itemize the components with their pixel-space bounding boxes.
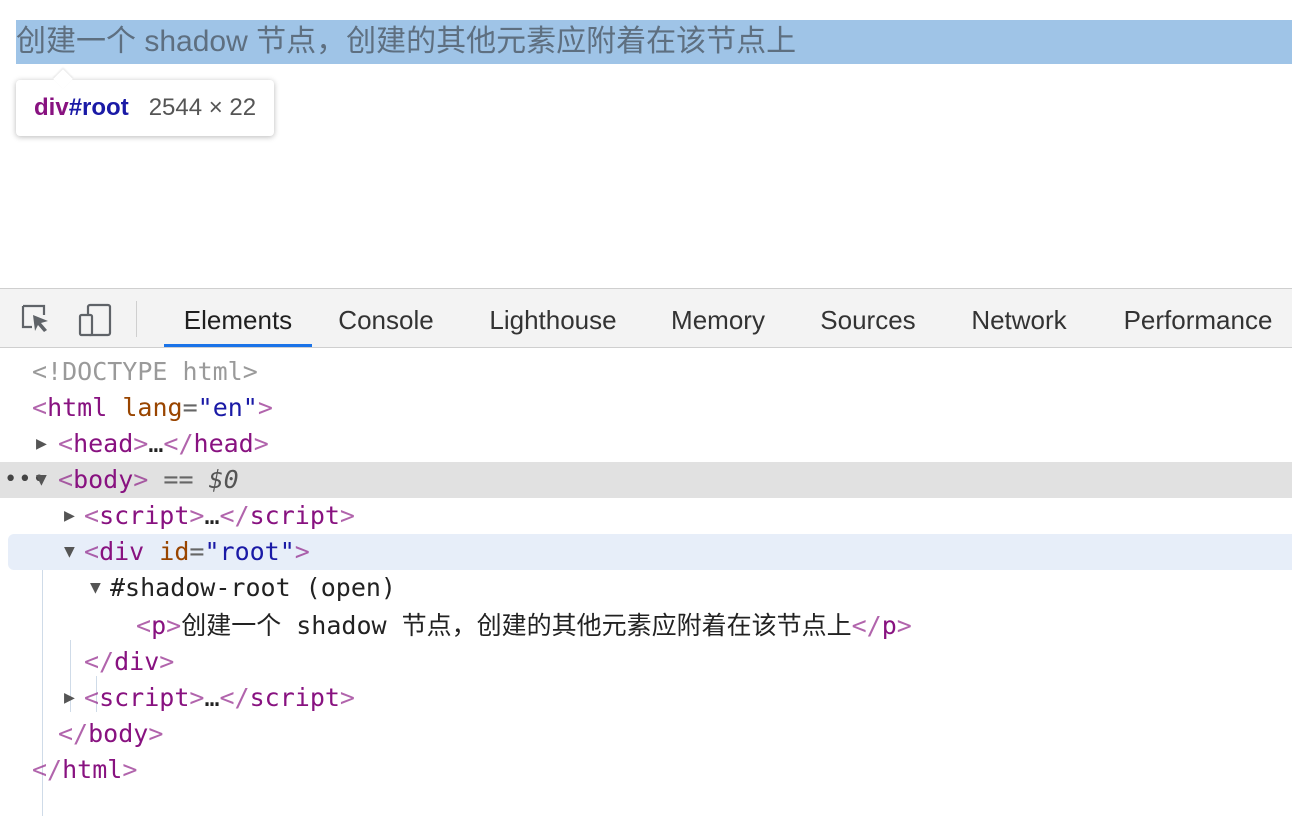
p-tag: p: [151, 611, 167, 640]
dom-node-script[interactable]: ▶ <script>…</script>: [0, 680, 1292, 716]
html-tag: html: [47, 393, 108, 422]
dom-tree: <!DOCTYPE html> <html lang="en"> ▶ <head…: [0, 354, 1292, 818]
p-text: 创建一个 shadow 节点，创建的其他元素应附着在该节点上: [181, 611, 852, 640]
script-tag: script: [99, 501, 190, 530]
dom-node-script[interactable]: ▶ <script>…</script>: [0, 498, 1292, 534]
tab-network[interactable]: Network: [956, 289, 1082, 347]
div-tag-close: div: [114, 647, 160, 676]
tab-console[interactable]: Console: [326, 289, 446, 347]
devtools-toolbar: Elements Console Lighthouse Memory Sourc…: [0, 288, 1292, 348]
p-tag-close: p: [881, 611, 897, 640]
div-id-value: root: [219, 537, 280, 566]
div-id-attr: id: [159, 537, 190, 566]
dom-node-body-close[interactable]: </body>: [0, 716, 1292, 752]
collapse-triangle-icon[interactable]: ▼: [64, 534, 75, 570]
script-tag-close: script: [249, 501, 340, 530]
ellipsis: …: [204, 683, 220, 712]
script-tag-close: script: [249, 683, 340, 712]
body-tag-close: body: [88, 719, 149, 748]
doctype-text: <!DOCTYPE html>: [32, 357, 258, 386]
inspect-element-icon[interactable]: [20, 303, 52, 335]
dom-node-div-root[interactable]: ▼ <div id="root">: [8, 534, 1292, 570]
ellipsis: …: [148, 429, 164, 458]
device-toolbar-icon[interactable]: [78, 303, 112, 337]
expand-triangle-icon[interactable]: ▶: [64, 680, 75, 716]
html-lang-value: en: [212, 393, 243, 422]
head-tag: head: [73, 429, 134, 458]
tab-memory[interactable]: Memory: [658, 289, 778, 347]
body-marker-eq: ==: [163, 465, 194, 494]
dom-node-body[interactable]: ••• ▼ <body> == $0: [0, 462, 1292, 498]
page-paragraph: 创建一个 shadow 节点，创建的其他元素应附着在该节点上: [16, 25, 797, 58]
body-tag: body: [73, 465, 134, 494]
div-tag: div: [99, 537, 145, 566]
head-tag-close: head: [193, 429, 254, 458]
html-lang-attr: lang: [122, 393, 183, 422]
tooltip-id: #root: [68, 94, 129, 121]
collapse-triangle-icon[interactable]: ▼: [90, 570, 101, 606]
ellipsis: …: [204, 501, 220, 530]
dom-node-shadow-root[interactable]: ▼ #shadow-root (open): [0, 570, 1292, 606]
shadow-root-label: #shadow-root (open): [110, 573, 396, 602]
page-viewport: 创建一个 shadow 节点，创建的其他元素应附着在该节点上 div #root …: [0, 0, 1292, 288]
dom-node-div-close[interactable]: </div>: [0, 644, 1292, 680]
tab-lighthouse[interactable]: Lighthouse: [474, 289, 632, 347]
tab-performance[interactable]: Performance: [1110, 289, 1286, 347]
dom-node-html-close[interactable]: </html>: [0, 752, 1292, 788]
script-tag: script: [99, 683, 190, 712]
devtools-panel: Elements Console Lighthouse Memory Sourc…: [0, 288, 1292, 818]
body-marker-var: $0: [208, 465, 239, 494]
dom-node-doctype[interactable]: <!DOCTYPE html>: [0, 354, 1292, 390]
html-tag-close: html: [62, 755, 123, 784]
inspect-tooltip: div #root 2544 × 22: [16, 80, 275, 136]
dom-node-html[interactable]: <html lang="en">: [0, 390, 1292, 426]
tooltip-tag: div: [34, 94, 69, 121]
expand-triangle-icon[interactable]: ▶: [64, 498, 75, 534]
toolbar-divider: [136, 301, 137, 337]
dom-node-p[interactable]: <p>创建一个 shadow 节点，创建的其他元素应附着在该节点上</p>: [0, 608, 1292, 644]
tab-sources[interactable]: Sources: [806, 289, 930, 347]
dom-node-head[interactable]: ▶ <head>…</head>: [0, 426, 1292, 462]
expand-triangle-icon[interactable]: ▶: [36, 426, 47, 462]
collapse-triangle-icon[interactable]: ▼: [36, 462, 47, 498]
tab-elements[interactable]: Elements: [164, 289, 312, 347]
tooltip-size: 2544 × 22: [148, 94, 257, 121]
